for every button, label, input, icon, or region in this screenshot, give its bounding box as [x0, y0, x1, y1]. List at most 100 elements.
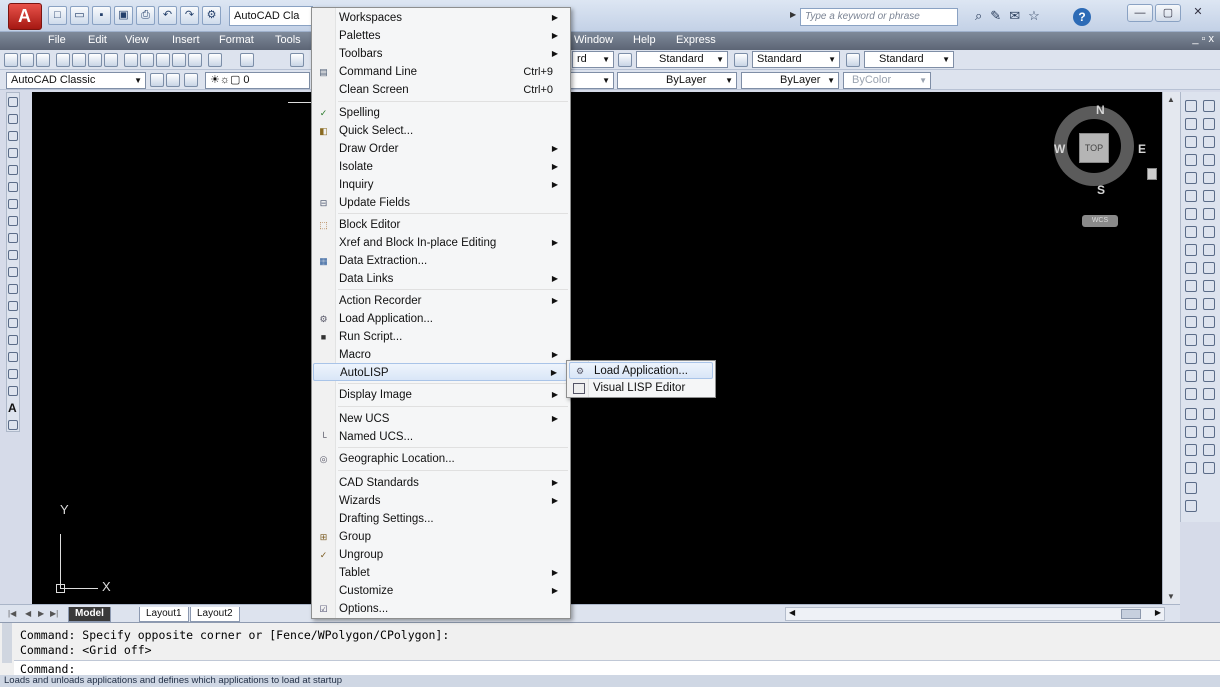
- menu-item-update-fields[interactable]: ⊟ Update Fields: [313, 194, 567, 212]
- workspace-toolbar-combo[interactable]: AutoCAD Classic ▼: [6, 72, 146, 89]
- viewcube-south[interactable]: S: [1097, 183, 1105, 197]
- offset-icon[interactable]: [1185, 154, 1197, 166]
- menu-item-ungroup[interactable]: ✓ Ungroup: [313, 546, 567, 564]
- jogged-linear-icon[interactable]: [1203, 388, 1215, 400]
- menu-item-run-script[interactable]: ■ Run Script...: [313, 328, 567, 346]
- text-style-combo[interactable]: rd ▼: [572, 51, 614, 68]
- menu-item-cad-standards[interactable]: CAD Standards ▶: [313, 474, 567, 492]
- circle-icon[interactable]: [8, 199, 18, 209]
- menu-item-spelling[interactable]: ✓ Spelling: [313, 104, 567, 122]
- multileader-style-icon[interactable]: [846, 53, 860, 67]
- menu-item-display-image[interactable]: Display Image ▶: [313, 386, 567, 404]
- menu-item-quick-select[interactable]: ◧ Quick Select...: [313, 122, 567, 140]
- dimension-break-icon[interactable]: [1203, 316, 1215, 328]
- table-style-icon[interactable]: [734, 53, 748, 67]
- save-as-icon[interactable]: ▣: [114, 6, 133, 25]
- color-combo[interactable]: ▼: [570, 72, 614, 89]
- plot-preview-icon[interactable]: [72, 53, 86, 67]
- extend-icon[interactable]: [1185, 280, 1197, 292]
- stretch-icon[interactable]: [1185, 244, 1197, 256]
- viewcube-top-face[interactable]: TOP: [1079, 133, 1109, 163]
- subscription-icon[interactable]: ✎: [990, 8, 1001, 24]
- polyline-icon[interactable]: [8, 131, 18, 141]
- binoculars-icon[interactable]: ⌕: [975, 8, 982, 24]
- save-icon[interactable]: ▪: [92, 6, 111, 25]
- close-button[interactable]: ✕: [1185, 4, 1211, 22]
- center-mark-icon[interactable]: [1203, 352, 1215, 364]
- menu-item-customize[interactable]: Customize ▶: [313, 582, 567, 600]
- communication-icon[interactable]: ✉: [1009, 8, 1020, 24]
- dimension-edit-icon[interactable]: [1203, 408, 1215, 420]
- aligned-dimension-icon[interactable]: [1203, 118, 1215, 130]
- dimension-text-edit-icon[interactable]: [1203, 426, 1215, 438]
- menu-item-command-line[interactable]: ▤ Command Line Ctrl+9: [313, 63, 567, 81]
- mdi-window-controls-icon[interactable]: _ ▫ x: [1192, 33, 1214, 45]
- ordinate-icon[interactable]: [1203, 154, 1215, 166]
- wcs-menu-button[interactable]: WCS: [1082, 215, 1118, 227]
- menu-item-palettes[interactable]: Palettes ▶: [313, 27, 567, 45]
- plotstyle-combo[interactable]: ByColor ▼: [843, 72, 931, 89]
- arc-icon[interactable]: [8, 182, 18, 192]
- arc-length-icon[interactable]: [1203, 136, 1215, 148]
- menu-item-draw-order[interactable]: Draw Order ▶: [313, 140, 567, 158]
- rotate-icon[interactable]: [1185, 208, 1197, 220]
- workspace-gear-icon[interactable]: ⚙: [202, 6, 221, 25]
- submenu-load-application[interactable]: ⚙ Load Application...: [569, 362, 713, 379]
- maximize-button[interactable]: ▢: [1155, 4, 1181, 22]
- next-layout-icon[interactable]: ▶: [38, 609, 44, 618]
- pan-icon[interactable]: [290, 53, 304, 67]
- first-layout-icon[interactable]: |◀: [8, 609, 16, 618]
- rectangle-icon[interactable]: [8, 165, 18, 175]
- menu-item-new-ucs[interactable]: New UCS ▶: [313, 410, 567, 428]
- cut-icon[interactable]: [124, 53, 138, 67]
- join-icon[interactable]: [1185, 334, 1197, 346]
- undo-toolbar-icon[interactable]: [208, 53, 222, 67]
- horizontal-scrollbar[interactable]: ◀ ▶: [785, 607, 1165, 621]
- viewcube-west[interactable]: W: [1054, 142, 1065, 156]
- layer-properties-icon[interactable]: [166, 73, 180, 87]
- open-file-icon[interactable]: [20, 53, 34, 67]
- copy-icon[interactable]: [140, 53, 154, 67]
- menu-item-macro[interactable]: Macro ▶: [313, 346, 567, 364]
- multileader-style-combo[interactable]: Standard ▼: [864, 51, 954, 68]
- draw-order-back-icon[interactable]: [1185, 426, 1197, 438]
- favorites-star-icon[interactable]: ☆: [1028, 8, 1040, 24]
- menu-file[interactable]: File: [48, 34, 66, 46]
- minimize-button[interactable]: —: [1127, 4, 1153, 22]
- open-icon[interactable]: ▭: [70, 6, 89, 25]
- search-input[interactable]: Type a keyword or phrase: [800, 8, 958, 26]
- drawing-area[interactable]: Y X: [32, 92, 1162, 604]
- viewcube-north[interactable]: N: [1096, 103, 1105, 117]
- block-editor-toolbar-icon[interactable]: [188, 53, 202, 67]
- menu-help[interactable]: Help: [633, 34, 656, 46]
- scroll-right-icon[interactable]: ▶: [1155, 608, 1161, 617]
- menu-tools[interactable]: Tools: [275, 34, 301, 46]
- copy-object-icon[interactable]: [1185, 118, 1197, 130]
- point-icon[interactable]: [8, 318, 18, 328]
- insert-block-icon[interactable]: [8, 284, 18, 294]
- menu-item-toolbars[interactable]: Toolbars ▶: [313, 45, 567, 63]
- text-above-icon[interactable]: [1185, 482, 1197, 494]
- match-properties-icon[interactable]: [172, 53, 186, 67]
- continue-icon[interactable]: [1203, 280, 1215, 292]
- bring-above-icon[interactable]: [1185, 444, 1197, 456]
- explode-icon[interactable]: [1185, 388, 1197, 400]
- menu-express[interactable]: Express: [676, 34, 716, 46]
- prev-layout-icon[interactable]: ◀: [25, 609, 31, 618]
- scale-icon[interactable]: [1185, 226, 1197, 238]
- menu-item-workspaces[interactable]: Workspaces ▶: [313, 9, 567, 27]
- undo-icon[interactable]: ↶: [158, 6, 177, 25]
- diameter-icon[interactable]: [1203, 208, 1215, 220]
- dimension-style-toolbar-icon[interactable]: [1203, 462, 1215, 474]
- ellipse-icon[interactable]: [8, 250, 18, 260]
- angular-icon[interactable]: [1203, 226, 1215, 238]
- baseline-icon[interactable]: [1203, 262, 1215, 274]
- quick-dimension-icon[interactable]: [1203, 244, 1215, 256]
- menu-item-named-ucs[interactable]: └ Named UCS...: [313, 428, 567, 446]
- menu-item-wizards[interactable]: Wizards ▶: [313, 492, 567, 510]
- trim-icon[interactable]: [1185, 262, 1197, 274]
- hatch-back-icon[interactable]: [1185, 500, 1197, 512]
- last-layout-icon[interactable]: ▶|: [50, 609, 58, 618]
- send-under-icon[interactable]: [1185, 462, 1197, 474]
- multiline-text-icon[interactable]: A: [8, 402, 18, 414]
